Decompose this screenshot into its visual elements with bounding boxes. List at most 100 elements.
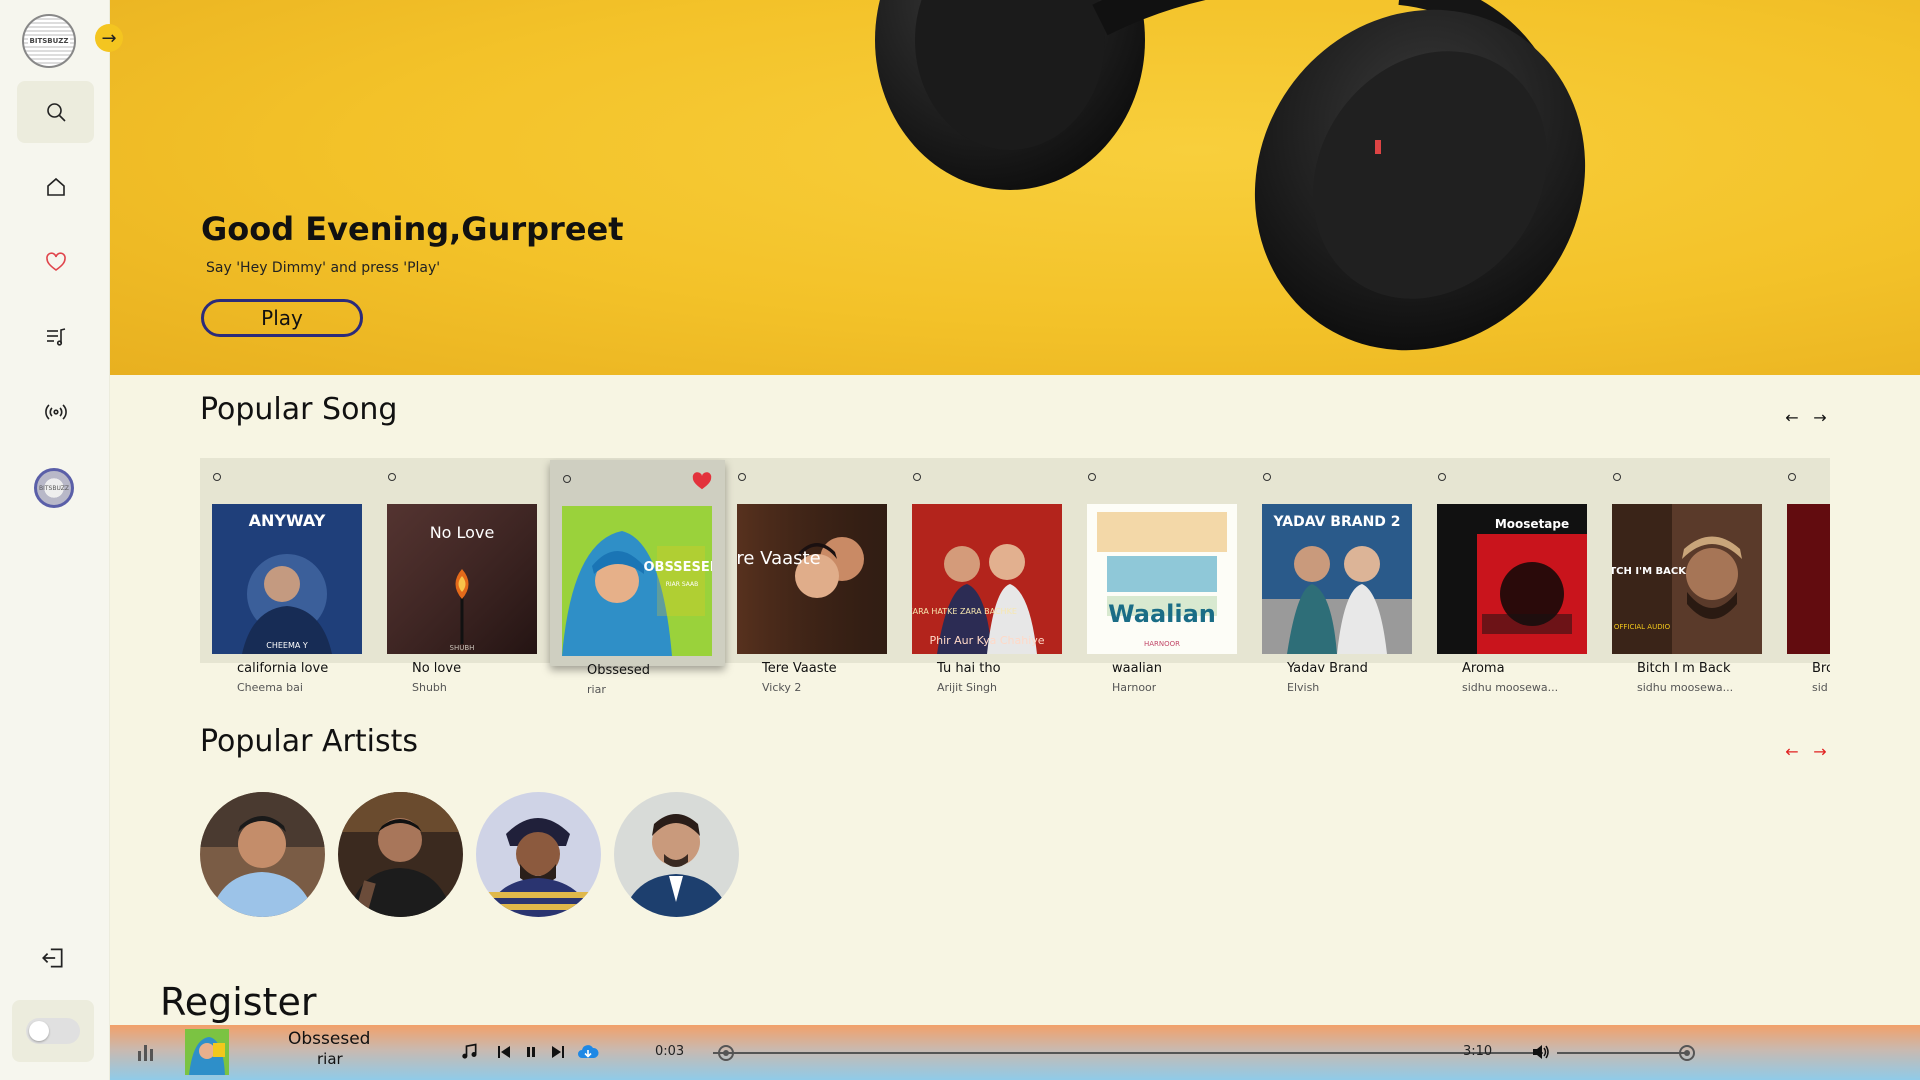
song-cover[interactable]: Moosetape [1437, 504, 1587, 654]
avatar-text: BITSBUZZ [39, 484, 69, 492]
volume-slider[interactable] [1557, 1052, 1688, 1054]
arrow-left-icon[interactable]: ← [1785, 408, 1799, 427]
equalizer-icon [138, 1045, 153, 1061]
song-cover[interactable]: Waalian HARNOOR [1087, 504, 1237, 654]
song-name: Aroma [1462, 661, 1505, 676]
song-cover[interactable]: No Love SHUBH [387, 504, 537, 654]
seek-thumb[interactable] [718, 1045, 735, 1061]
next-button[interactable] [547, 1041, 569, 1063]
song-artist: Elvish [1287, 681, 1320, 694]
song-card[interactable]: YADAV BRAND 2 Yadav Brand Elvish [1250, 458, 1425, 698]
radio-indicator[interactable] [1613, 473, 1621, 481]
arrow-right-icon[interactable]: → [1813, 742, 1827, 761]
user-avatar[interactable]: BITSBUZZ [34, 468, 74, 508]
song-artist: Vicky 2 [762, 681, 802, 694]
radio-indicator[interactable] [1088, 473, 1096, 481]
skip-next-icon [552, 1046, 564, 1058]
nav-home[interactable] [17, 156, 94, 218]
arrow-left-icon[interactable]: ← [1785, 742, 1799, 761]
radio-indicator[interactable] [913, 473, 921, 481]
register-heading[interactable]: Register [160, 980, 316, 1024]
cover-title: YADAV BRAND 2 [1272, 514, 1400, 530]
cover-subtitle: SHUBH [450, 644, 475, 652]
nav-radio[interactable] [17, 381, 94, 443]
radio-broadcast-icon [44, 404, 67, 420]
popular-song-heading: Popular Song [200, 392, 398, 427]
song-name: Bro [1812, 661, 1830, 676]
volume-thumb[interactable] [1678, 1045, 1695, 1061]
song-card[interactable]: No Love SHUBH No love Shubh [375, 458, 550, 698]
nav-search[interactable] [17, 81, 94, 143]
logout-icon[interactable] [40, 945, 66, 971]
nav-favorites[interactable] [17, 231, 94, 293]
radio-indicator[interactable] [1788, 473, 1796, 481]
song-cover[interactable]: OBSSESED RIAR SAAB [562, 506, 712, 656]
song-name: Tu hai tho [937, 661, 1001, 676]
song-cover[interactable]: Tere Vaaste [737, 504, 887, 654]
heart-icon [45, 252, 66, 271]
song-card[interactable]: ANYWAY CHEEMA Y california love Cheema bai [200, 458, 375, 698]
logo-text: BITSBUZZ [27, 36, 71, 46]
theme-toggle[interactable] [26, 1018, 80, 1044]
seek-bar[interactable] [713, 1052, 1543, 1054]
song-card[interactable]: Phir Aur Kya Chahiye ZARA HATKE ZARA BACH… [900, 458, 1075, 698]
cover-title: OBSSESED [643, 560, 712, 575]
duration-time: 3:10 [1463, 1044, 1493, 1059]
radio-indicator[interactable] [563, 475, 571, 483]
song-cover[interactable] [1787, 504, 1830, 654]
favorite-heart-icon[interactable] [691, 470, 713, 492]
cover-title: BITCH I'M BACK [1612, 566, 1687, 577]
cloud-download-icon [578, 1045, 599, 1058]
music-note-icon [462, 1043, 477, 1059]
app-logo[interactable]: BITSBUZZ [22, 14, 76, 68]
now-playing-title: Obssesed [288, 1029, 371, 1049]
song-card[interactable]: OBSSESED RIAR SAAB Obssesed riar [550, 460, 725, 696]
song-cover[interactable]: BITCH I'M BACK OFFICIAL AUDIO [1612, 504, 1762, 654]
radio-indicator[interactable] [1438, 473, 1446, 481]
volume-button[interactable] [1530, 1041, 1552, 1063]
song-card[interactable]: Tere Vaaste Tere Vaaste Vicky 2 [725, 458, 900, 698]
artist-avatar[interactable] [476, 792, 601, 917]
song-card[interactable]: BITCH I'M BACK OFFICIAL AUDIO Bitch I m Ba… [1600, 458, 1775, 698]
song-card[interactable]: Moosetape Aroma sidhu moosewa... [1425, 458, 1600, 698]
radio-indicator[interactable] [213, 473, 221, 481]
cover-title: Phir Aur Kya Chahiye [929, 634, 1044, 647]
nav-playlist[interactable] [17, 306, 94, 368]
song-card[interactable]: Waalian HARNOOR waalian Harnoor [1075, 458, 1250, 698]
artist-avatar[interactable] [614, 792, 739, 917]
song-cover[interactable]: ANYWAY CHEEMA Y [212, 504, 362, 654]
download-button[interactable] [577, 1041, 599, 1063]
arrow-right-icon[interactable]: → [1813, 408, 1827, 427]
hero-play-button[interactable]: Play [201, 299, 363, 337]
previous-button[interactable] [493, 1041, 515, 1063]
cover-subtitle: RIAR SAAB [666, 581, 699, 588]
pause-button[interactable] [520, 1041, 542, 1063]
song-cover[interactable]: Phir Aur Kya Chahiye ZARA HATKE ZARA BACH… [912, 504, 1062, 654]
artist-avatar[interactable] [338, 792, 463, 917]
song-name: waalian [1112, 661, 1162, 676]
radio-indicator[interactable] [738, 473, 746, 481]
song-card[interactable]: Bro sid [1775, 458, 1830, 698]
song-name: Obssesed [587, 663, 651, 678]
pause-icon [527, 1047, 535, 1057]
popular-artists-heading: Popular Artists [200, 724, 418, 759]
song-artist: riar [587, 683, 606, 696]
greeting-heading: Good Evening,Gurpreet [201, 210, 624, 248]
hero-banner: Good Evening,Gurpreet Say 'Hey Dimmy' an… [110, 0, 1920, 375]
headphones-image [875, 0, 1586, 351]
collapse-sidebar-button[interactable]: → [95, 24, 123, 52]
artist-avatar[interactable] [200, 792, 325, 917]
search-icon [46, 103, 66, 122]
theme-toggle-container [12, 1000, 94, 1062]
sidebar: BITSBUZZ BITSBUZZ [0, 0, 110, 1080]
cover-title: Waalian [1108, 600, 1216, 628]
cover-subtitle: OFFICIAL AUDIO [1614, 623, 1671, 631]
radio-indicator[interactable] [1263, 473, 1271, 481]
now-playing-cover [185, 1029, 229, 1075]
song-artist: sidhu moosewa... [1637, 681, 1734, 694]
radio-indicator[interactable] [388, 473, 396, 481]
song-artist: Shubh [412, 681, 447, 694]
cover-subtitle: HARNOOR [1144, 640, 1180, 648]
song-cover[interactable]: YADAV BRAND 2 [1262, 504, 1412, 654]
music-note-button[interactable] [458, 1041, 480, 1063]
